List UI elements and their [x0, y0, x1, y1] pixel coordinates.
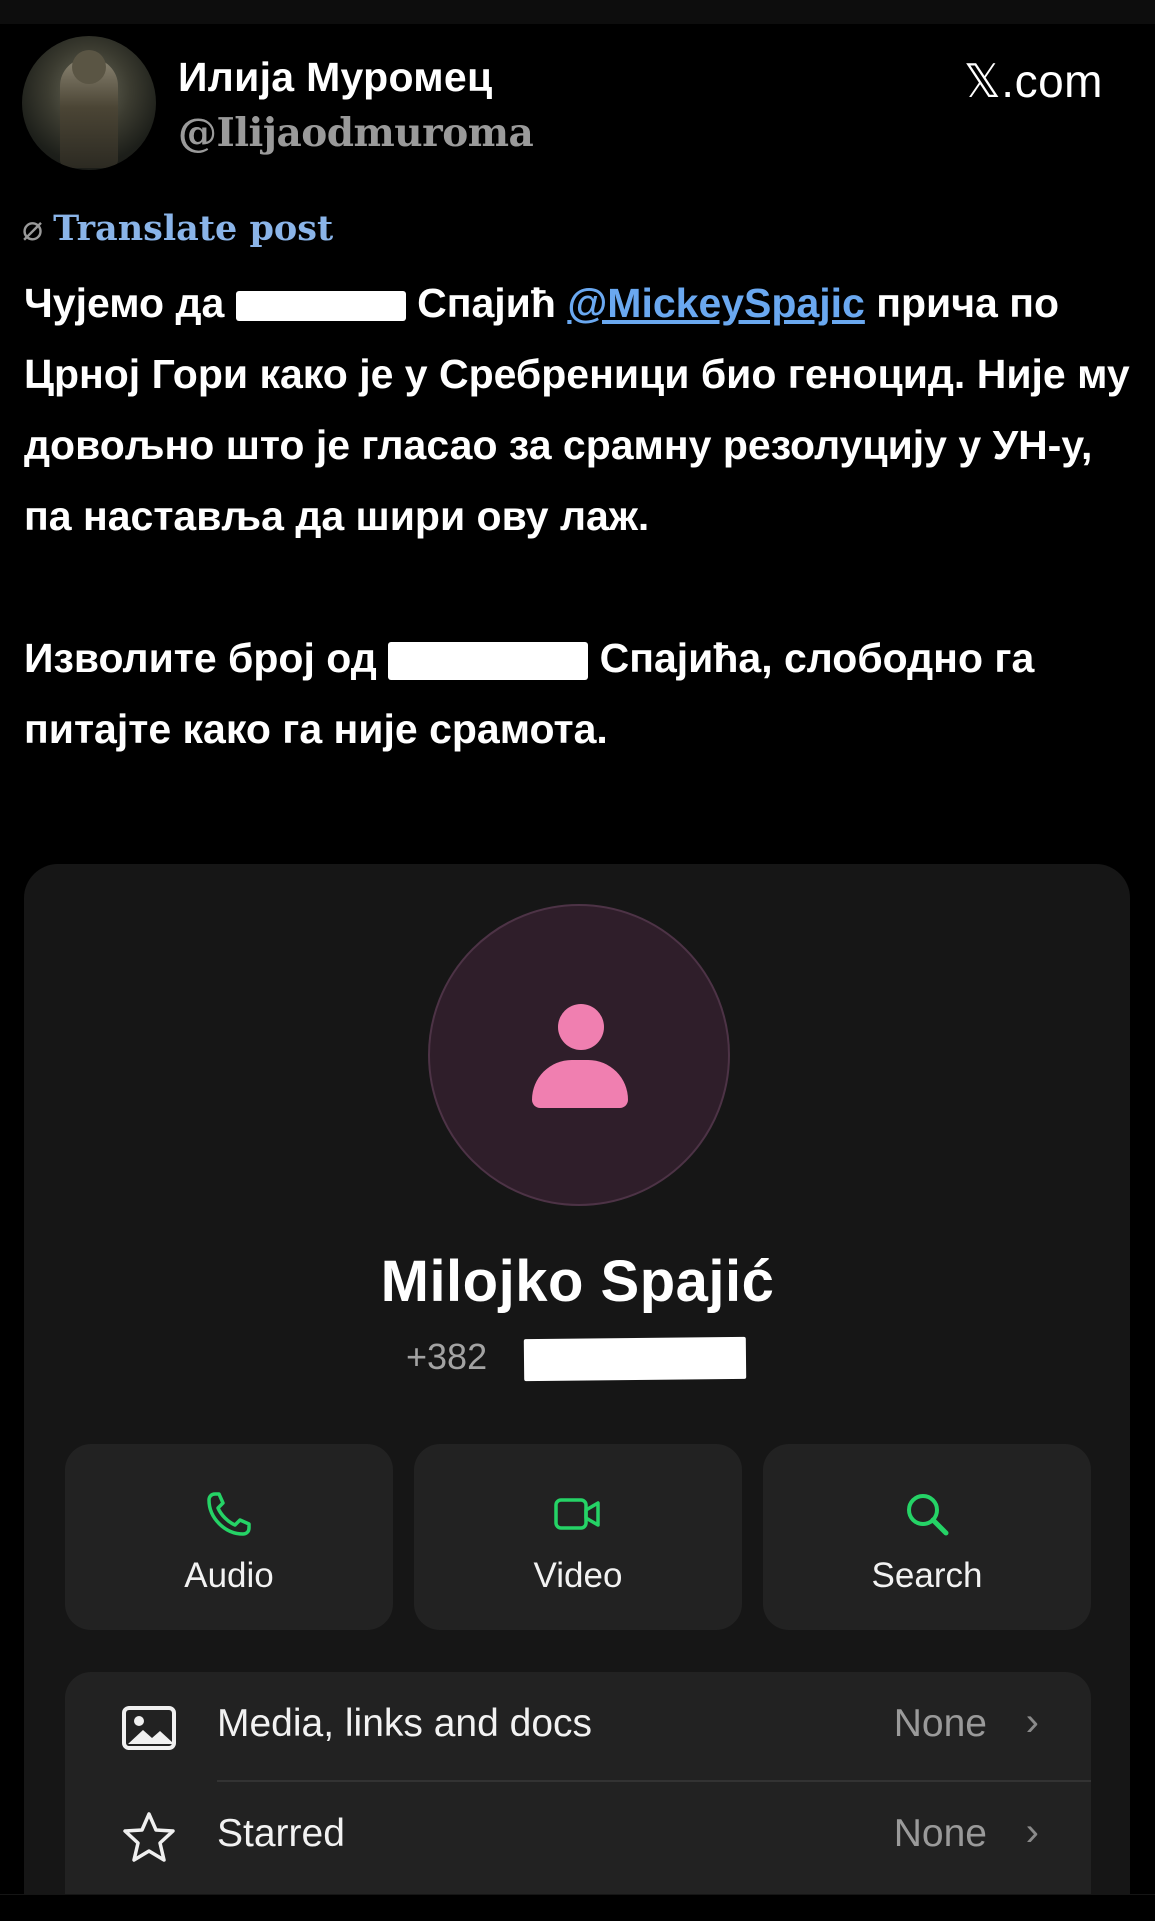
- post-paragraph-1: Чујемо да Спајић @MickeySpajic прича по …: [24, 268, 1134, 552]
- row-label: Media, links and docs: [217, 1702, 593, 1745]
- mention-link[interactable]: @MickeySpajic: [567, 280, 865, 326]
- avatar-head: [72, 50, 106, 84]
- action-label: Search: [871, 1556, 983, 1595]
- author-display-name[interactable]: Илија Муромец: [178, 54, 493, 101]
- row-label: Starred: [217, 1812, 345, 1855]
- top-border: [0, 0, 1155, 24]
- translate-label: Translate post: [53, 208, 334, 249]
- author-avatar[interactable]: [22, 36, 156, 170]
- translate-post-link[interactable]: ⌀ Translate post: [22, 208, 333, 249]
- contact-options-list: Media, links and docs None › Starred Non…: [65, 1672, 1091, 1894]
- post-text: Чујемо да: [24, 280, 236, 326]
- redaction-mark: [235, 291, 406, 322]
- media-links-docs-row[interactable]: Media, links and docs None ›: [65, 1672, 1091, 1782]
- star-icon: [123, 1812, 175, 1862]
- redaction-mark: [388, 642, 589, 681]
- search-button[interactable]: Search: [763, 1444, 1091, 1630]
- image-icon: [122, 1706, 176, 1750]
- post-body: Чујемо да Спајић @MickeySpajic прича по …: [24, 268, 1134, 765]
- phone-icon: [207, 1492, 251, 1536]
- post-paragraph-2: Изволите број од Спајића, слободно га пи…: [24, 623, 1134, 765]
- post-text: Изволите број од: [24, 635, 389, 681]
- contact-avatar: [428, 904, 730, 1206]
- row-value: None: [893, 1702, 987, 1745]
- video-camera-icon: [554, 1498, 600, 1530]
- site-watermark: 𝕏.com: [963, 55, 1103, 107]
- person-icon-body: [532, 1060, 628, 1108]
- author-handle[interactable]: @Ilijaodmuroma: [178, 110, 534, 156]
- action-label: Audio: [184, 1556, 274, 1595]
- chevron-right-icon: ›: [1025, 1700, 1039, 1744]
- post-text: Спајић: [405, 280, 568, 326]
- person-icon-head: [558, 1004, 604, 1050]
- contact-phone-prefix: +382: [406, 1336, 488, 1377]
- audio-call-button[interactable]: Audio: [65, 1444, 393, 1630]
- starred-row[interactable]: Starred None ›: [65, 1782, 1091, 1890]
- row-value: None: [893, 1812, 987, 1855]
- search-icon: [907, 1494, 949, 1536]
- globe-icon: ⌀: [22, 209, 44, 249]
- action-label: Video: [533, 1556, 623, 1595]
- bottom-border: [0, 1894, 1155, 1921]
- video-call-button[interactable]: Video: [414, 1444, 742, 1630]
- phone-redaction-mark: [523, 1336, 747, 1382]
- contact-name: Milojko Spajić: [380, 1249, 775, 1314]
- chevron-right-icon: ›: [1025, 1810, 1039, 1854]
